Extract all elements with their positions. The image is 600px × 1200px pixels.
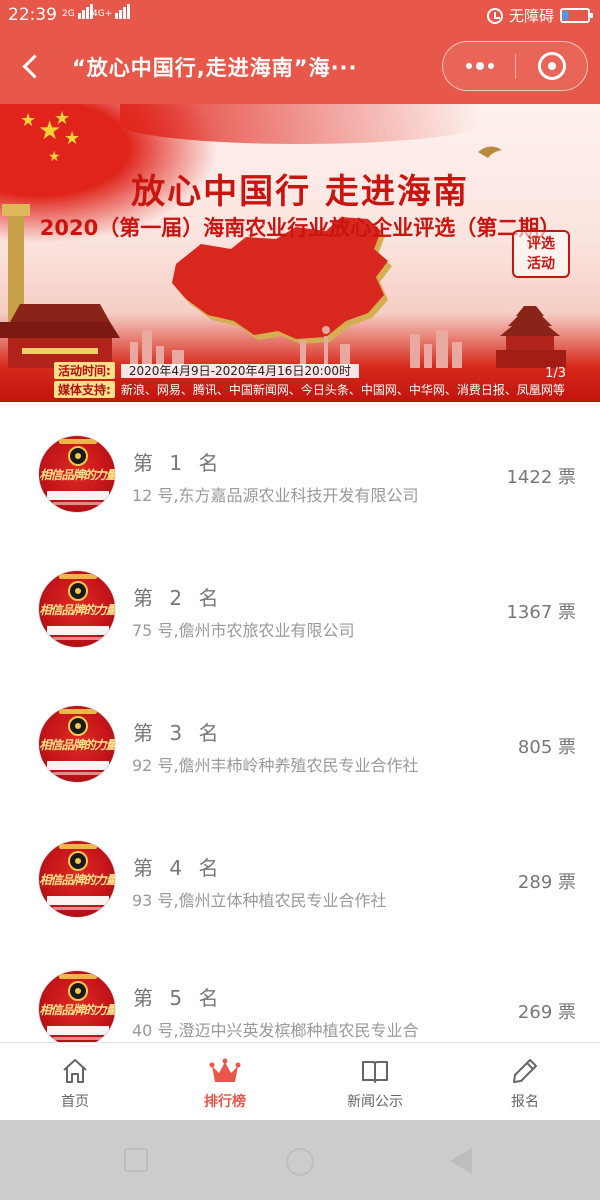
home-icon — [63, 1059, 87, 1083]
company-name: 40 号,澄迈中兴英发槟榔种植农民专业合 — [132, 1021, 419, 1040]
vote-count: 805 票 — [517, 737, 576, 758]
logo-slogan: 相信品牌的力量 — [39, 468, 116, 482]
banner-title: 放心中国行 走进海南 — [131, 172, 469, 212]
miniprogram-capsule — [442, 41, 588, 91]
tab-home[interactable]: 首页 — [0, 1043, 150, 1120]
list-item[interactable]: 相信品牌的力量 第 4 名 93 号,儋州立体种植农民专业合作社 289 票 — [0, 807, 600, 942]
logo-slogan: 相信品牌的力量 — [39, 603, 116, 617]
banner-subtitle: 2020（第一届）海南农业行业放心企业评选（第二期） — [39, 216, 561, 240]
tab-ranking-label: 排行榜 — [204, 1094, 246, 1110]
media-support-value: 新浪、网易、腾讯、中国新闻网、今日头条、中国网、中华网、消费日报、凤凰网等 — [120, 383, 565, 397]
list-item[interactable]: 相信品牌的力量 第 3 名 92 号,儋州丰柿岭种养殖农民专业合作社 805 票 — [0, 672, 600, 807]
home-button-icon[interactable] — [286, 1148, 314, 1176]
vote-count: 269 票 — [517, 1002, 576, 1023]
nav-bar: “放心中国行,走进海南”海··· — [0, 32, 600, 104]
list-item[interactable]: 相信品牌的力量 第 5 名 40 号,澄迈中兴英发槟榔种植农民专业合 269 票 — [0, 937, 600, 1042]
system-nav-bar — [0, 1120, 600, 1200]
rank-label: 第 2 名 — [133, 586, 224, 610]
company-name: 93 号,儋州立体种植农民专业合作社 — [132, 891, 387, 910]
status-bar: 22:39 2G 4G+ 无障碍 — [0, 0, 600, 32]
rank-label: 第 5 名 — [133, 986, 224, 1010]
media-support-row: 媒体支持: 新浪、网易、腾讯、中国新闻网、今日头条、中国网、中华网、消费日报、凤凰… — [54, 381, 565, 398]
page-title: “放心中国行,走进海南”海··· — [72, 56, 358, 80]
stamp-line2: 活动 — [527, 256, 555, 272]
ranking-list[interactable]: 相信品牌的力量 第 1 名 12 号,东方嘉品源农业科技开发有限公司 1422 … — [0, 402, 600, 1042]
crown-icon — [209, 1058, 241, 1082]
vote-count: 289 票 — [517, 872, 576, 893]
logo-slogan: 相信品牌的力量 — [39, 873, 116, 887]
signal-icon: 2G — [62, 4, 94, 19]
banner-artwork — [0, 146, 566, 368]
tiananmen-icon — [0, 304, 120, 368]
logo-slogan: 相信品牌的力量 — [39, 738, 116, 752]
signal-label-2g: 2G — [62, 9, 75, 19]
signal-label-4g: 4G+ — [92, 9, 113, 19]
alarm-icon — [486, 7, 503, 24]
tab-signup[interactable]: 报名 — [450, 1043, 600, 1120]
company-logo: 相信品牌的力量 — [38, 970, 116, 1042]
event-time-row: 活动时间: 2020年4月9日-2020年4月16日20:00时 — [54, 362, 359, 379]
close-icon[interactable] — [516, 42, 589, 90]
system-back-icon[interactable] — [450, 1148, 472, 1174]
rank-label: 第 1 名 — [133, 451, 224, 475]
media-support-label: 媒体支持: — [54, 381, 115, 398]
event-time-value: 2020年4月9日-2020年4月16日20:00时 — [120, 364, 359, 378]
vote-count: 1422 票 — [506, 467, 576, 488]
logo-slogan: 相信品牌的力量 — [39, 1003, 116, 1017]
tab-ranking[interactable]: 排行榜 — [150, 1043, 300, 1120]
signal-icon-4g: 4G+ — [92, 4, 131, 19]
pencil-icon — [513, 1059, 537, 1083]
carousel-pager: 1/3 — [545, 366, 566, 381]
list-item[interactable]: 相信品牌的力量 第 2 名 75 号,儋州市农旅农业有限公司 1367 票 — [0, 537, 600, 672]
event-time-label: 活动时间: — [54, 362, 115, 379]
temple-of-heaven-icon — [496, 306, 566, 368]
book-icon — [362, 1061, 388, 1083]
company-logo: 相信品牌的力量 — [38, 570, 116, 648]
list-item[interactable]: 相信品牌的力量 第 1 名 12 号,东方嘉品源农业科技开发有限公司 1422 … — [0, 402, 600, 537]
company-name: 92 号,儋州丰柿岭种养殖农民专业合作社 — [132, 756, 419, 775]
tab-news[interactable]: 新闻公示 — [300, 1043, 450, 1120]
recent-apps-icon[interactable] — [124, 1148, 148, 1172]
accessibility-label: 无障碍 — [508, 7, 554, 25]
more-icon[interactable] — [443, 42, 516, 90]
event-stamp: 评选 活动 — [512, 230, 570, 278]
tab-home-label: 首页 — [61, 1094, 89, 1110]
company-logo: 相信品牌的力量 — [38, 705, 116, 783]
battery-icon — [560, 8, 593, 23]
back-icon[interactable] — [18, 52, 46, 82]
rank-label: 第 3 名 — [133, 721, 224, 745]
tab-signup-label: 报名 — [511, 1094, 539, 1110]
company-logo: 相信品牌的力量 — [38, 435, 116, 513]
company-logo: 相信品牌的力量 — [38, 840, 116, 918]
status-time: 22:39 — [8, 5, 57, 25]
company-name: 75 号,儋州市农旅农业有限公司 — [132, 621, 355, 640]
vote-count: 1367 票 — [506, 602, 576, 623]
tab-news-label: 新闻公示 — [347, 1094, 403, 1110]
tab-bar: 首页 排行榜 新闻公示 报名 — [0, 1042, 600, 1120]
stamp-line1: 评选 — [527, 236, 555, 252]
banner-carousel[interactable]: ★ ★ ★ ★ ★ 放心中国行 走进海南 2020（第一届）海南农业行业放心企业… — [0, 104, 600, 402]
company-name: 12 号,东方嘉品源农业科技开发有限公司 — [132, 486, 419, 505]
rank-label: 第 4 名 — [133, 856, 224, 880]
bird-icon — [478, 146, 502, 158]
